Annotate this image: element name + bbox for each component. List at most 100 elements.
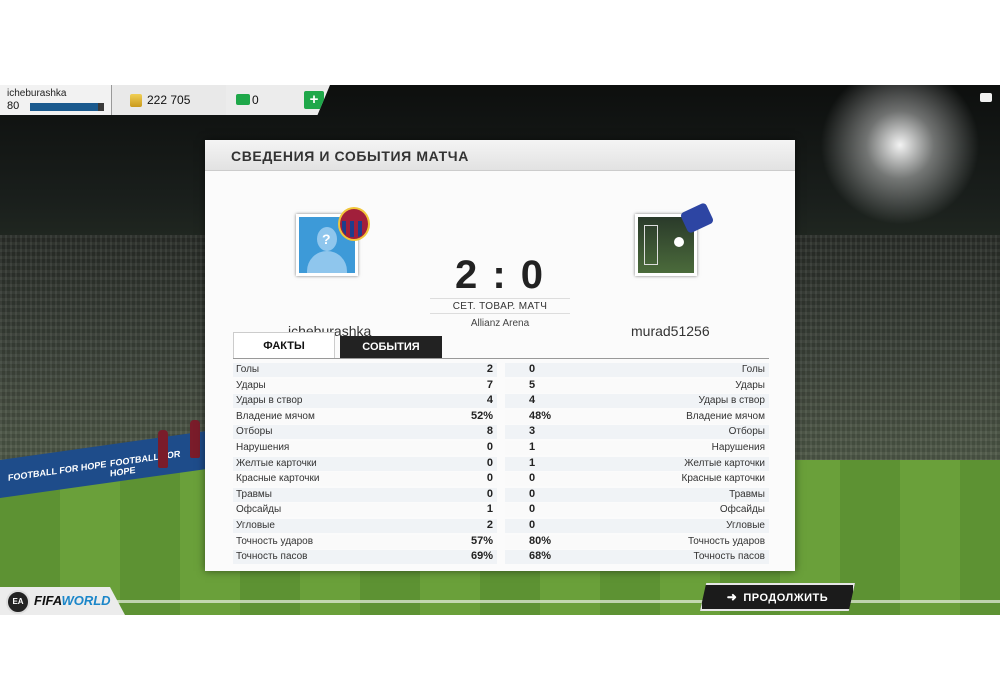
user-profile[interactable]: icheburashka 80	[0, 85, 112, 115]
camera-icon[interactable]	[980, 93, 992, 102]
tab-facts[interactable]: ФАКТЫ	[233, 332, 335, 358]
stat-value-away: 80%	[529, 534, 552, 547]
home-stat-cell: Удары в створ 4	[233, 394, 497, 409]
stat-label-home: Голы	[236, 364, 260, 375]
stat-row: Отборы 8 3 Отборы	[233, 425, 769, 441]
top-bar: icheburashka 80 222 705 0 +	[0, 85, 1000, 115]
stat-label-away: Голы	[741, 364, 765, 375]
continue-label: ПРОДОЛЖИТЬ	[743, 592, 829, 604]
stat-row: Травмы 0 0 Травмы	[233, 487, 769, 504]
away-stat-cell: 1 Нарушения	[505, 440, 769, 455]
stat-label-away: Желтые карточки	[684, 457, 765, 469]
stat-label-home: Владение мячом	[236, 410, 315, 422]
home-stat-cell: Владение мячом 52%	[233, 409, 497, 424]
level-progress-fill	[30, 103, 99, 111]
stat-value-home: 0	[486, 440, 493, 453]
username: icheburashka	[7, 88, 67, 99]
fifa-points-icon	[236, 94, 250, 105]
home-stat-cell: Отборы 8	[233, 425, 497, 440]
stat-value-away: 48%	[529, 409, 552, 422]
club-crest-icon	[338, 207, 370, 241]
stat-value-away: 68%	[529, 550, 552, 563]
away-stat-cell: 0 Офсайды	[505, 503, 769, 518]
stat-label-home: Офсайды	[236, 504, 282, 516]
stat-label-home: Точность пасов	[236, 551, 308, 563]
stat-row: Угловые 2 0 Угловые	[233, 518, 769, 535]
level-progress-bar	[30, 103, 104, 111]
match-facts-panel: СВЕДЕНИЯ И СОБЫТИЯ МАТЧА ? 2 : 0 СЕТ. ТО…	[205, 140, 795, 571]
ball-icon	[674, 237, 684, 247]
coins-display: 222 705	[112, 85, 226, 115]
stat-value-home: 0	[486, 487, 493, 500]
home-stat-cell: Удары 7	[233, 378, 497, 393]
away-stat-cell: 1 Желтые карточки	[505, 456, 769, 471]
continue-button[interactable]: ➜ ПРОДОЛЖИТЬ	[700, 583, 855, 611]
home-stat-cell: Офсайды 1	[233, 503, 497, 518]
stat-row: Точность ударов 57% 80% Точность ударов	[233, 534, 769, 551]
home-stat-cell: Травмы 0	[233, 487, 497, 502]
user-level: 80	[7, 100, 20, 112]
stat-row: Точность пасов 69% 68% Точность пасов	[233, 550, 769, 566]
match-score: 2 : 0	[454, 253, 546, 297]
stat-value-home: 8	[486, 425, 493, 438]
away-stat-cell: 48% Владение мячом	[505, 409, 769, 424]
match-type: СЕТ. ТОВАР. МАТЧ	[430, 298, 570, 314]
stat-label-away: Точность ударов	[687, 535, 765, 547]
match-header: ? 2 : 0 СЕТ. ТОВАР. МАТЧ Allianz Arena i…	[205, 171, 795, 339]
fifa-world-logo: EA FIFAWORLD	[0, 587, 125, 615]
stat-value-away: 1	[529, 440, 536, 453]
stat-value-away: 0	[529, 503, 536, 516]
stat-label-away: Травмы	[729, 488, 765, 500]
brand-world: WORLD	[61, 593, 111, 608]
stat-value-away: 0	[529, 472, 536, 485]
stat-label-away: Владение мячом	[686, 410, 765, 422]
brand-text: FIFAWORLD	[34, 593, 111, 608]
divider	[233, 358, 769, 359]
home-stat-cell: Нарушения 0	[233, 440, 497, 455]
stat-value-home: 0	[486, 456, 493, 469]
arrow-right-icon: ➜	[726, 590, 738, 604]
stat-row: Нарушения 0 1 Нарушения	[233, 440, 769, 457]
stat-value-home: 69%	[470, 550, 493, 563]
stat-row: Удары 7 5 Удары	[233, 378, 769, 395]
stat-value-home: 2	[486, 518, 493, 531]
stat-value-away: 0	[529, 363, 536, 375]
stat-value-home: 2	[486, 363, 493, 375]
stat-row: Владение мячом 52% 48% Владение мячом	[233, 409, 769, 426]
stat-row: Желтые карточки 0 1 Желтые карточки	[233, 456, 769, 473]
coin-icon	[130, 94, 142, 107]
home-stat-cell: Голы 2	[233, 363, 497, 377]
stat-label-away: Красные карточки	[681, 473, 765, 485]
stat-label-home: Красные карточки	[236, 473, 320, 485]
stat-label-away: Нарушения	[711, 441, 765, 453]
stat-row: Офсайды 1 0 Офсайды	[233, 503, 769, 519]
stat-value-away: 1	[529, 456, 536, 469]
away-stat-cell: 0 Голы	[505, 363, 769, 377]
stat-label-away: Офсайды	[719, 504, 765, 516]
stat-label-home: Точность ударов	[236, 535, 314, 547]
stat-value-away: 0	[529, 518, 536, 531]
stat-label-away: Удары в створ	[698, 395, 766, 407]
stat-value-away: 5	[529, 378, 536, 391]
away-stat-cell: 0 Красные карточки	[505, 472, 769, 487]
stat-label-away: Отборы	[728, 426, 765, 438]
home-stat-cell: Красные карточки 0	[233, 472, 497, 487]
stat-label-away: Угловые	[726, 519, 765, 531]
stat-label-home: Нарушения	[236, 441, 290, 453]
brand-fifa: FIFA	[34, 593, 62, 608]
home-stat-cell: Точность ударов 57%	[233, 534, 497, 549]
away-stat-cell: 3 Отборы	[505, 425, 769, 440]
stat-label-home: Травмы	[236, 488, 272, 500]
player-figure	[158, 430, 168, 468]
coins-value: 222 705	[147, 93, 191, 107]
away-stat-cell: 80% Точность ударов	[505, 534, 769, 549]
stat-label-home: Удары в створ	[236, 395, 303, 407]
tab-events[interactable]: СОБЫТИЯ	[340, 336, 442, 358]
home-stat-cell: Угловые 2	[233, 518, 497, 533]
stat-row: Красные карточки 0 0 Красные карточки	[233, 472, 769, 488]
stat-row: Удары в створ 4 4 Удары в створ	[233, 394, 769, 410]
away-stat-cell: 4 Удары в створ	[505, 394, 769, 409]
add-points-button[interactable]: +	[304, 91, 324, 109]
home-stat-cell: Точность пасов 69%	[233, 550, 497, 565]
stat-label-home: Отборы	[236, 426, 273, 438]
